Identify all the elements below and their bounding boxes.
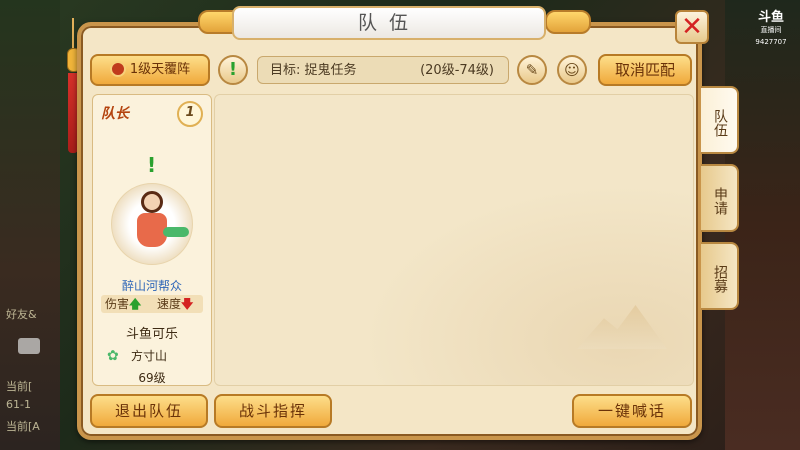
target-task: 捉鬼任务 <box>304 63 357 78</box>
player-level: 69级 <box>138 371 166 385</box>
cancel-match-button[interactable]: 取消匹配 <box>598 54 692 86</box>
bg-chat-text: 当前[ <box>6 380 33 393</box>
stat-row: 伤害🡅 速度🡇 <box>101 295 203 313</box>
tab-team[interactable]: 队伍 <box>701 86 739 154</box>
slot-number-badge: 1 <box>177 101 203 127</box>
bg-chat-text: 当前[A <box>6 420 40 433</box>
down-arrow-icon: 🡇 <box>181 297 194 311</box>
npc-button[interactable]: ☺ <box>557 55 587 85</box>
title-ornament-right <box>545 10 591 34</box>
school-name: 方寸山 <box>131 349 168 363</box>
stream-sub: 直播间 <box>760 26 782 34</box>
stream-room: 9427707 <box>755 38 787 46</box>
tab-recruit[interactable]: 招募 <box>701 242 739 310</box>
tab-applications[interactable]: 申请 <box>701 164 739 232</box>
team-member-card[interactable]: 队长 1 ! 醉山河帮众 伤害🡅 速度🡇 斗鱼可乐 ✿ 方寸山 69级 <box>92 94 212 386</box>
edit-icon: ✎ <box>525 61 539 79</box>
player-name: 斗鱼可乐 <box>125 327 178 342</box>
team-slots-area <box>214 94 694 386</box>
school-icon: ✿ <box>107 348 119 364</box>
target-prefix: 目标: <box>270 63 301 78</box>
npc-icon: ☺ <box>564 61 580 79</box>
school-row: ✿ 方寸山 <box>107 347 207 364</box>
edit-target-button[interactable]: ✎ <box>517 55 547 85</box>
stream-brand: 斗鱼 <box>757 10 784 25</box>
target-level-range: (20级-74级) <box>420 63 494 78</box>
character-portrait: ! <box>107 139 197 265</box>
leader-label: 队长 <box>101 106 129 122</box>
close-icon: ✕ <box>681 12 703 42</box>
mountain-decoration <box>577 305 667 349</box>
one-click-shout-button[interactable]: 一键喊话 <box>572 394 692 428</box>
target-bar: 目标: 捉鬼任务 (20级-74级) <box>257 56 509 84</box>
up-arrow-icon: 🡅 <box>129 297 142 311</box>
alert-icon: ! <box>228 59 238 80</box>
exclamation-icon: ! <box>147 153 157 177</box>
formation-label: 1级天覆阵 <box>129 62 191 77</box>
speed-label: 速度 <box>157 297 182 311</box>
close-button[interactable]: ✕ <box>675 10 709 44</box>
bg-chat-text: 61-1 <box>6 398 31 411</box>
alert-button[interactable]: ! <box>218 55 248 85</box>
bg-chat-text: 好友& <box>6 308 37 321</box>
exit-team-button[interactable]: 退出队伍 <box>90 394 208 428</box>
sect-title: 醉山河帮众 <box>121 279 182 293</box>
battle-command-button[interactable]: 战斗指挥 <box>214 394 332 428</box>
formation-button[interactable]: 1级天覆阵 <box>90 54 210 86</box>
stream-watermark: 斗鱼 直播间 9427707 <box>754 10 788 46</box>
formation-icon <box>109 61 126 77</box>
chat-icon[interactable] <box>18 338 40 354</box>
window-title: 队伍 <box>232 6 546 40</box>
damage-label: 伤害 <box>105 297 130 311</box>
